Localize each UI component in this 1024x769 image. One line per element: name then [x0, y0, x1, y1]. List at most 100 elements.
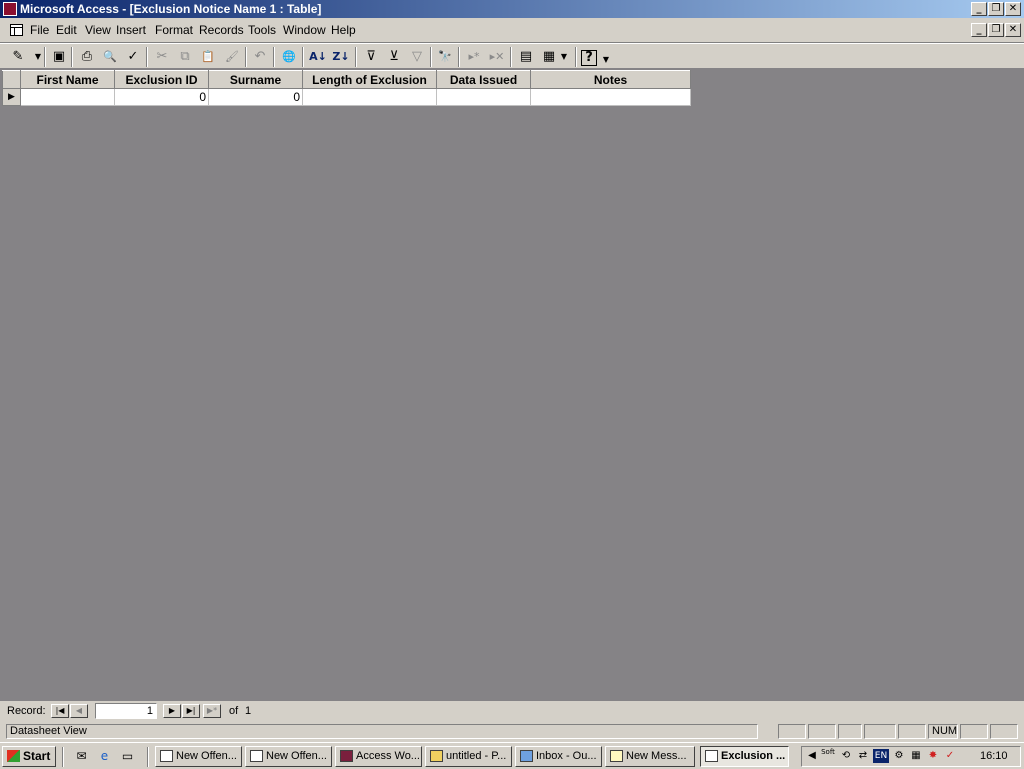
toolbar-separator: [44, 47, 46, 67]
last-record-button[interactable]: ▶|: [182, 704, 200, 718]
new-record-nav-button[interactable]: ▶*: [203, 704, 221, 718]
taskbar-button-new-message[interactable]: New Mess...: [605, 746, 695, 767]
outlook-quicklaunch-icon[interactable]: ✉: [73, 748, 90, 765]
print-icon[interactable]: ⎙: [77, 47, 97, 67]
cell-surname[interactable]: 0: [208, 88, 303, 106]
record-number-input[interactable]: 1: [95, 703, 157, 719]
start-button[interactable]: Start: [2, 746, 56, 767]
menu-view[interactable]: View: [85, 23, 111, 37]
delete-record-icon[interactable]: ▸✕: [487, 47, 507, 67]
status-panel: [960, 724, 988, 739]
start-label: Start: [23, 749, 51, 763]
taskbar-separator: [147, 747, 149, 767]
sort-ascending-icon[interactable]: A↓: [308, 47, 328, 67]
menu-tools[interactable]: Tools: [248, 23, 276, 37]
filter-by-selection-icon[interactable]: ⊽: [361, 47, 381, 67]
print-preview-icon[interactable]: 🔍: [100, 47, 120, 67]
tray-app-icon[interactable]: ✓: [943, 749, 957, 763]
menu-file[interactable]: File: [30, 23, 49, 37]
menu-window[interactable]: Window: [283, 23, 326, 37]
taskbar-button-new-offence-2[interactable]: New Offen...: [245, 746, 332, 767]
column-header-data-issued[interactable]: Data Issued: [436, 70, 531, 89]
message-icon: [610, 750, 623, 762]
volume-icon[interactable]: ◀: [805, 749, 819, 763]
menu-format[interactable]: Format: [155, 23, 193, 37]
tray-app-icon[interactable]: ▦: [909, 749, 923, 763]
form-icon: [250, 750, 263, 762]
next-record-button[interactable]: ▶: [163, 704, 181, 718]
close-button[interactable]: ✕: [1005, 2, 1021, 16]
cell-exclusion-id[interactable]: 0: [114, 88, 209, 106]
cut-icon[interactable]: ✂: [152, 47, 172, 67]
filter-by-form-icon[interactable]: ⊻: [384, 47, 404, 67]
undo-icon[interactable]: ↶: [250, 47, 270, 67]
paste-icon[interactable]: 📋: [198, 47, 218, 67]
menu-insert[interactable]: Insert: [116, 23, 146, 37]
taskbar-button-exclusion[interactable]: Exclusion ...: [700, 746, 789, 767]
column-header-exclusion-id[interactable]: Exclusion ID: [114, 70, 209, 89]
show-desktop-icon[interactable]: ▭: [119, 748, 136, 765]
tray-app-icon[interactable]: ⚙: [892, 749, 906, 763]
doc-restore-button[interactable]: ❐: [988, 23, 1004, 37]
paint-icon: [430, 750, 443, 762]
menu-help[interactable]: Help: [331, 23, 356, 37]
menu-edit[interactable]: Edit: [56, 23, 77, 37]
column-header-surname[interactable]: Surname: [208, 70, 303, 89]
status-bar: Datasheet View NUM: [0, 722, 1024, 742]
column-header-length-of-exclusion[interactable]: Length of Exclusion: [302, 70, 437, 89]
column-header-first-name[interactable]: First Name: [20, 70, 115, 89]
new-object-icon[interactable]: ▦: [539, 47, 559, 67]
previous-record-button[interactable]: ◀: [70, 704, 88, 718]
copy-icon[interactable]: ⧉: [175, 47, 195, 67]
menu-records[interactable]: Records: [199, 23, 244, 37]
cell-first-name[interactable]: [20, 88, 115, 106]
cell-notes[interactable]: [530, 88, 691, 106]
taskbar-button-access-wo[interactable]: Access Wo...: [335, 746, 422, 767]
clock[interactable]: 16:10: [980, 750, 1008, 762]
minimize-button[interactable]: _: [971, 2, 987, 16]
sort-descending-icon[interactable]: Z↓: [331, 47, 351, 67]
doc-minimize-button[interactable]: _: [971, 23, 987, 37]
datasheet-grid: First Name Exclusion ID Surname Length o…: [2, 70, 691, 106]
language-indicator[interactable]: EN: [873, 749, 889, 763]
taskbar: Start ✉ e ▭ New Offen... New Offen... Ac…: [0, 742, 1024, 769]
status-panel: [864, 724, 896, 739]
design-view-icon[interactable]: ✎: [8, 47, 28, 67]
apply-filter-icon[interactable]: ▽: [407, 47, 427, 67]
taskbar-button-untitled-paint[interactable]: untitled - P...: [425, 746, 512, 767]
spelling-icon[interactable]: ✓: [123, 47, 143, 67]
format-painter-icon[interactable]: 🖌: [222, 47, 242, 67]
cell-data-issued[interactable]: [436, 88, 531, 106]
access-app-icon[interactable]: [3, 2, 17, 16]
document-system-menu-icon[interactable]: [10, 24, 23, 36]
record-selector[interactable]: ▶: [2, 88, 21, 106]
taskbar-button-inbox-outlook[interactable]: Inbox - Ou...: [515, 746, 602, 767]
find-icon[interactable]: 🔭: [435, 47, 455, 67]
doc-close-button[interactable]: ✕: [1005, 23, 1021, 37]
help-icon[interactable]: ?: [581, 50, 597, 66]
first-record-button[interactable]: |◀: [51, 704, 69, 718]
cell-length-of-exclusion[interactable]: [302, 88, 437, 106]
soft-icon[interactable]: Soft: [821, 749, 835, 763]
status-panel: [990, 724, 1018, 739]
toolbar-separator: [302, 47, 304, 67]
select-all-corner[interactable]: [2, 70, 21, 89]
system-tray: ◀ Soft ⟲ ⇄ EN ⚙ ▦ ✸ ✓ 16:10: [801, 746, 1021, 767]
internet-explorer-icon[interactable]: e: [96, 748, 113, 765]
save-icon[interactable]: ▣: [49, 47, 69, 67]
hyperlink-icon[interactable]: 🌐: [279, 47, 299, 67]
new-record-icon[interactable]: ▸*: [464, 47, 484, 67]
status-panel: [778, 724, 806, 739]
table-row: ▶ 0 0: [2, 88, 691, 106]
taskbar-button-new-offence-1[interactable]: New Offen...: [155, 746, 242, 767]
sync-icon[interactable]: ⇄: [856, 749, 870, 763]
title-bar: Microsoft Access - [Exclusion Notice Nam…: [0, 0, 1024, 18]
help-dropdown-icon[interactable]: ▼: [600, 50, 612, 70]
new-object-dropdown-icon[interactable]: ▼: [558, 47, 570, 67]
restore-button[interactable]: ❐: [988, 2, 1004, 16]
database-window-icon[interactable]: ▤: [516, 47, 536, 67]
network-icon[interactable]: ⟲: [839, 749, 853, 763]
column-header-notes[interactable]: Notes: [530, 70, 691, 89]
tray-app-icon[interactable]: ✸: [926, 749, 940, 763]
toolbar-separator: [71, 47, 73, 67]
